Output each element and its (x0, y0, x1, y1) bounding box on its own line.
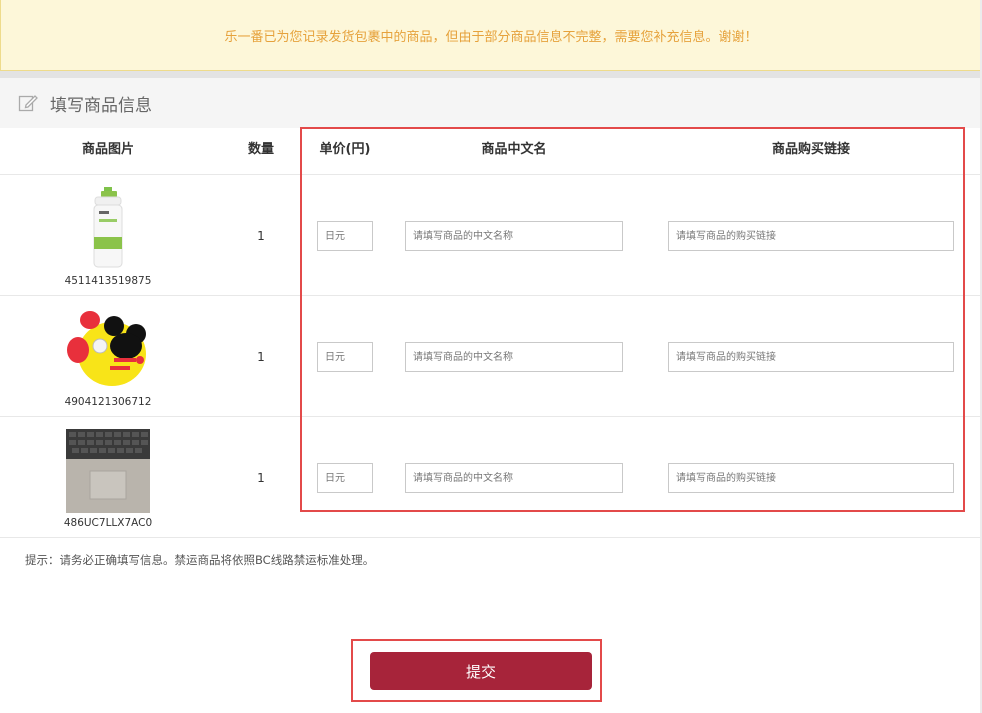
purchase-link-input[interactable] (668, 342, 954, 372)
header-price: 单价(円) (319, 142, 371, 157)
chinese-name-input[interactable] (405, 342, 623, 372)
table-header-row: 商品图片 数量 单价(円) 商品中文名 商品购买链接 (0, 128, 980, 175)
product-code: 486UC7LLX7AC0 (63, 517, 153, 529)
section-title: 填写商品信息 (50, 95, 152, 116)
tip-text: 提示：请务必正确填写信息。禁运商品将依照BC线路禁运标准处理。 (25, 553, 375, 567)
price-input[interactable] (317, 342, 373, 372)
product-image (66, 187, 150, 271)
product-image (66, 429, 150, 513)
chinese-name-input[interactable] (405, 463, 623, 493)
info-notice-banner: 乐一番已为您记录发货包裹中的商品，但由于部分商品信息不完整，需要您补充信息。谢谢… (0, 0, 982, 71)
product-code: 4904121306712 (64, 396, 152, 408)
product-quantity: 1 (257, 229, 265, 243)
table-row: 486UC7LLX7AC0 1 (0, 417, 980, 538)
chinese-name-input[interactable] (405, 221, 623, 251)
product-quantity: 1 (257, 471, 265, 485)
header-image: 商品图片 (81, 142, 134, 157)
table-row: 4511413519875 1 (0, 175, 980, 296)
header-name-cn: 商品中文名 (481, 142, 547, 157)
submit-button[interactable]: 提交 (370, 652, 592, 690)
header-link: 商品购买链接 (771, 142, 850, 157)
purchase-link-input[interactable] (668, 463, 954, 493)
section-header: 填写商品信息 (0, 78, 980, 128)
table-row: 4904121306712 1 (0, 296, 980, 417)
header-quantity: 数量 (247, 142, 274, 157)
product-code: 4511413519875 (64, 275, 152, 287)
price-input[interactable] (317, 221, 373, 251)
product-quantity: 1 (257, 350, 265, 364)
price-input[interactable] (317, 463, 373, 493)
product-image (66, 308, 150, 392)
purchase-link-input[interactable] (668, 221, 954, 251)
divider (0, 71, 982, 78)
notice-text: 乐一番已为您记录发货包裹中的商品，但由于部分商品信息不完整，需要您补充信息。谢谢… (224, 29, 758, 45)
edit-icon (18, 93, 38, 113)
